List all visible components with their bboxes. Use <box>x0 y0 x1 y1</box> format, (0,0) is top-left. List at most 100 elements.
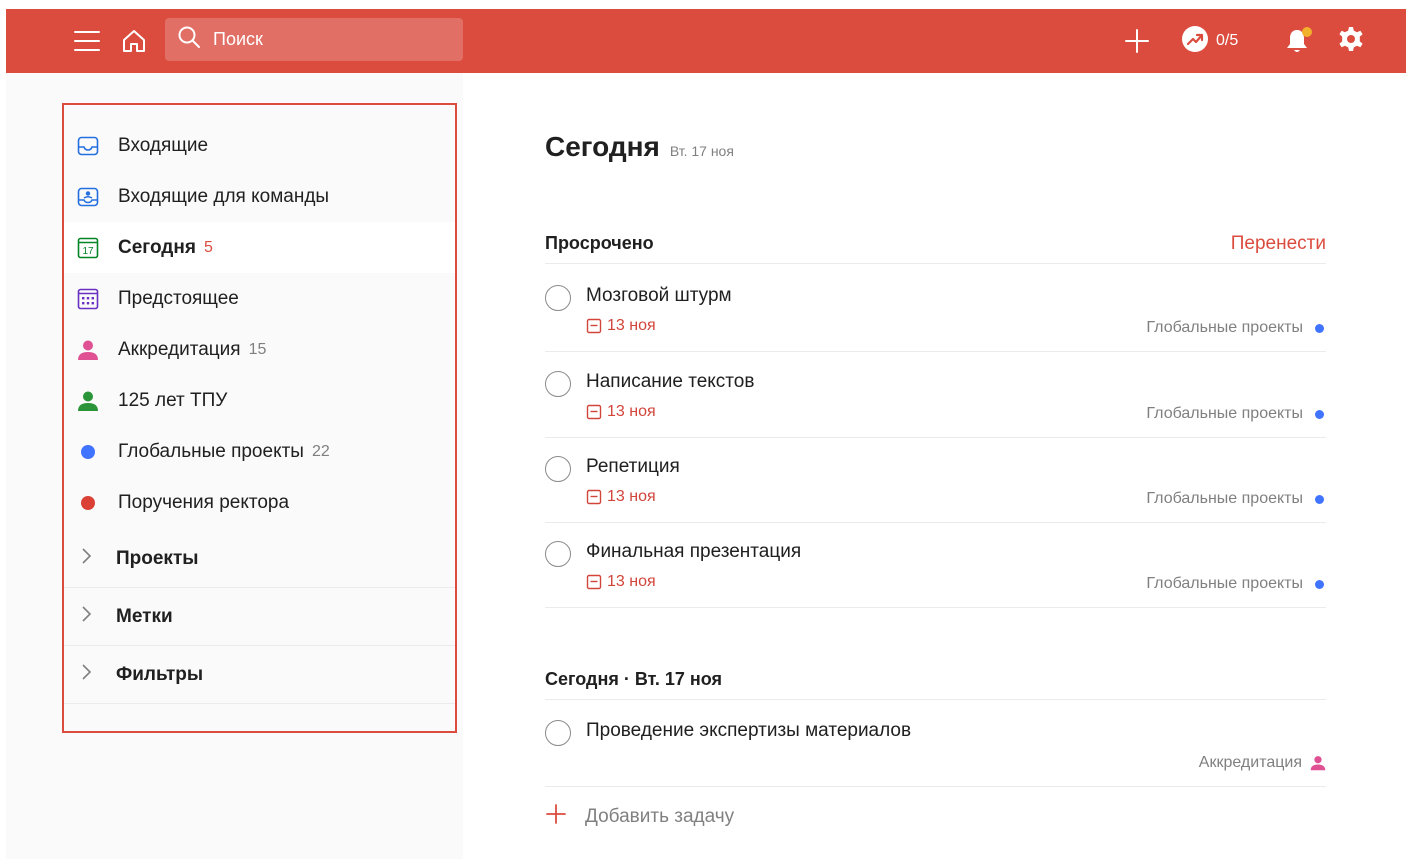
due-date-text: 13 ноя <box>607 403 656 420</box>
calendar-upcoming-icon <box>76 287 100 311</box>
task-due-date[interactable]: 13 ноя <box>586 403 656 421</box>
search-input[interactable] <box>213 29 453 50</box>
page-title: Сегодня <box>545 131 660 162</box>
task-title[interactable]: Репетиция <box>586 456 680 478</box>
task-title[interactable]: Мозговой штурм <box>586 285 732 307</box>
today-section-header: Сегодня · Вт. 17 ноя <box>545 660 1326 700</box>
sidebar-nav: Входящие Входящие для команды 17 Сегодня… <box>64 120 455 528</box>
sidebar-section-labels[interactable]: Метки <box>64 588 455 646</box>
sidebar-item-label: 125 лет ТПУ <box>118 389 228 411</box>
sidebar-item-today[interactable]: 17 Сегодня 5 <box>64 222 455 273</box>
sidebar-item-upcoming[interactable]: Предстоящее <box>64 273 455 324</box>
calendar-icon <box>586 574 602 590</box>
section-label: Фильтры <box>116 663 204 685</box>
sidebar-item-label: Поручения ректора <box>118 491 290 513</box>
project-dot-icon <box>1315 323 1324 333</box>
task-title[interactable]: Финальная презентация <box>586 541 801 563</box>
sidebar: Входящие Входящие для команды 17 Сегодня… <box>62 103 457 733</box>
task-project[interactable]: Глобальные проекты <box>1146 405 1326 423</box>
chevron-right-icon <box>80 605 92 628</box>
svg-text:17: 17 <box>82 246 94 257</box>
sidebar-item-inbox[interactable]: Входящие <box>64 120 455 171</box>
today-section-title: Сегодня · Вт. 17 ноя <box>545 669 722 689</box>
overdue-title: Просрочено <box>545 233 654 253</box>
inbox-icon <box>76 134 100 158</box>
home-icon[interactable] <box>119 26 149 56</box>
add-task-label: Добавить задачу <box>585 805 735 827</box>
sidebar-item-global-projects[interactable]: Глобальные проекты 22 <box>64 426 455 477</box>
project-name: Глобальные проекты <box>1146 319 1303 336</box>
add-task-button[interactable]: Добавить задачу <box>545 803 734 830</box>
sidebar-sections: Проекты Метки Фильтры <box>64 530 455 704</box>
task-title[interactable]: Проведение экспертизы материалов <box>586 720 911 742</box>
calendar-icon <box>586 318 602 334</box>
task-checkbox[interactable] <box>545 285 571 311</box>
menu-icon[interactable] <box>72 27 102 55</box>
main-content: Сегодня Вт. 17 ноя Просрочено Перенести … <box>545 0 1326 859</box>
overdue-section-header: Просрочено Перенести <box>545 224 1326 264</box>
task-item[interactable]: Мозговой штурм 13 ноя Глобальные проекты <box>545 266 1326 352</box>
sidebar-item-label: Входящие <box>118 134 209 156</box>
sidebar-item-label: Аккредитация <box>118 338 241 360</box>
plus-icon <box>545 803 567 830</box>
team-inbox-icon <box>76 185 100 209</box>
sidebar-item-label: Входящие для команды <box>118 185 330 207</box>
project-name: Глобальные проекты <box>1146 575 1303 592</box>
project-name: Аккредитация <box>1198 754 1302 771</box>
task-item[interactable]: Репетиция 13 ноя Глобальные проекты <box>545 437 1326 523</box>
dot-icon <box>76 440 100 464</box>
due-date-text: 13 ноя <box>607 573 656 590</box>
section-label: Метки <box>116 605 173 627</box>
person-icon <box>76 338 100 362</box>
sidebar-item-count: 15 <box>248 340 267 358</box>
sidebar-item-team-inbox[interactable]: Входящие для команды <box>64 171 455 222</box>
task-checkbox[interactable] <box>545 720 571 746</box>
task-due-date[interactable]: 13 ноя <box>586 488 656 506</box>
page-header: Сегодня Вт. 17 ноя <box>545 131 734 163</box>
calendar-icon <box>586 404 602 420</box>
reschedule-button[interactable]: Перенести <box>1231 233 1326 255</box>
task-due-date[interactable]: 13 ноя <box>586 573 656 591</box>
calendar-icon <box>586 489 602 505</box>
search-icon <box>177 25 201 54</box>
task-due-date[interactable]: 13 ноя <box>586 317 656 335</box>
sidebar-item-accreditation[interactable]: Аккредитация 15 <box>64 324 455 375</box>
project-name: Глобальные проекты <box>1146 490 1303 507</box>
sidebar-item-count: 22 <box>311 442 330 460</box>
task-project[interactable]: Аккредитация <box>1199 754 1326 772</box>
sidebar-item-label: Сегодня <box>118 236 196 258</box>
due-date-text: 13 ноя <box>607 488 656 505</box>
page-date: Вт. 17 ноя <box>669 143 734 159</box>
project-dot-icon <box>1315 409 1324 419</box>
person-icon <box>76 389 100 413</box>
dot-icon <box>76 491 100 515</box>
gear-icon <box>1337 25 1365 58</box>
task-project[interactable]: Глобальные проекты <box>1146 490 1326 508</box>
task-item[interactable]: Финальная презентация 13 ноя Глобальные … <box>545 522 1326 608</box>
sidebar-section-projects[interactable]: Проекты <box>64 530 455 588</box>
settings-button[interactable] <box>1336 26 1366 56</box>
due-date-text: 13 ноя <box>607 317 656 334</box>
task-item[interactable]: Проведение экспертизы материалов Аккреди… <box>545 701 1326 787</box>
sidebar-item-label: Предстоящее <box>118 287 239 309</box>
task-project[interactable]: Глобальные проекты <box>1146 319 1326 337</box>
sidebar-section-filters[interactable]: Фильтры <box>64 646 455 704</box>
sidebar-item-label: Глобальные проекты <box>118 440 304 462</box>
task-checkbox[interactable] <box>545 456 571 482</box>
project-name: Глобальные проекты <box>1146 405 1303 422</box>
task-item[interactable]: Написание текстов 13 ноя Глобальные прое… <box>545 352 1326 438</box>
chevron-right-icon <box>80 663 92 686</box>
sidebar-item-tpu-125[interactable]: 125 лет ТПУ <box>64 375 455 426</box>
task-checkbox[interactable] <box>545 541 571 567</box>
task-checkbox[interactable] <box>545 371 571 397</box>
calendar-today-icon: 17 <box>76 236 100 260</box>
sidebar-item-count: 5 <box>203 238 213 256</box>
section-label: Проекты <box>116 547 199 569</box>
person-icon <box>1310 755 1326 771</box>
project-dot-icon <box>1315 579 1324 589</box>
task-project[interactable]: Глобальные проекты <box>1146 575 1326 593</box>
chevron-right-icon <box>80 547 92 570</box>
sidebar-item-rector-tasks[interactable]: Поручения ректора <box>64 477 455 528</box>
task-title[interactable]: Написание текстов <box>586 371 754 393</box>
search-box[interactable] <box>165 18 463 61</box>
